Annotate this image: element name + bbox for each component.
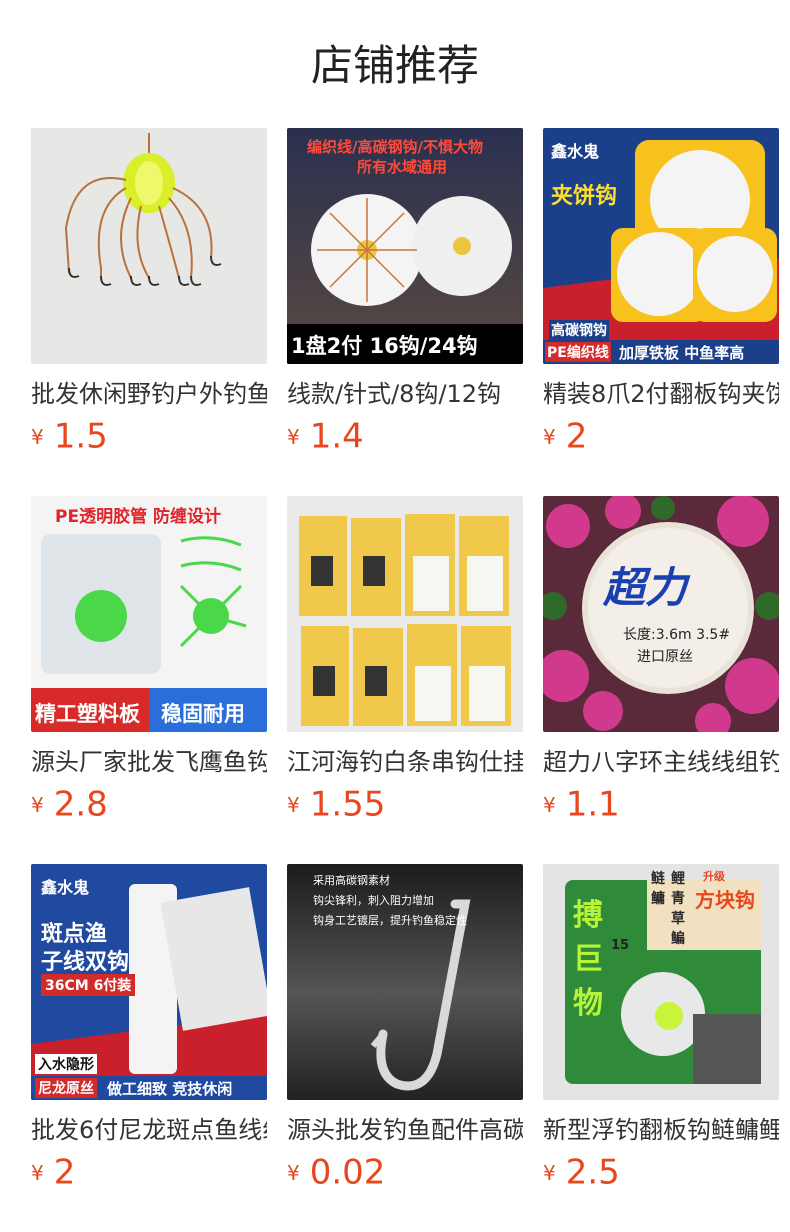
image-text: 采用高碳钢素材: [313, 874, 390, 887]
image-text: 高碳钢钩: [549, 320, 609, 340]
image-text: 稳固耐用: [161, 702, 245, 726]
currency-symbol: ¥: [31, 424, 44, 449]
price-value: 2.8: [53, 784, 108, 825]
currency-symbol: ¥: [543, 424, 556, 449]
image-text: 15: [611, 938, 630, 953]
product-card[interactable]: 批发休闲野钓户外钓鱼 ¥1.5: [31, 128, 267, 496]
image-text: 钩尖锋利，刺入阻力增加: [313, 894, 434, 907]
product-card[interactable]: 采用高碳钢素材 钩尖锋利，刺入阻力增加 钩身工艺镀层，提升钓鱼稳定性 源头批发钓…: [287, 864, 523, 1232]
product-price: ¥2.5: [543, 1152, 779, 1193]
product-card[interactable]: 江河海钓白条串钩仕挂 ¥1.55: [287, 496, 523, 864]
product-grid: 批发休闲野钓户外钓鱼 ¥1.5 编织线/高碳钢钩/不惧大物 所有水域通用 1盘2…: [31, 128, 779, 1232]
product-price: ¥0.02: [287, 1152, 523, 1193]
image-text: 1盘2付 16钩/24钩: [291, 334, 478, 358]
brand-logo: 鑫水鬼: [41, 878, 90, 897]
image-text: 鲢鳙: [651, 871, 665, 907]
product-name[interactable]: 江河海钓白条串钩仕挂: [287, 746, 523, 778]
currency-symbol: ¥: [31, 792, 44, 817]
currency-symbol: ¥: [287, 1160, 300, 1185]
image-text: 长度:3.6m 3.5#: [623, 627, 731, 643]
product-card[interactable]: 鑫水鬼 夹饼钩 高碳钢钩 PE编织线 加厚铁板 中鱼率高 精装8爪2付翻板钩夹饼…: [543, 128, 779, 496]
image-text: 尼龙原丝: [35, 1078, 97, 1098]
product-name[interactable]: 批发休闲野钓户外钓鱼: [31, 378, 267, 410]
image-text: 所有水域通用: [357, 158, 448, 176]
product-card[interactable]: PE透明胶管 防缠设计 精工塑料板 稳固耐用 源头厂家批发飞鹰鱼钩 ¥2.8: [31, 496, 267, 864]
image-text: 方块钩: [695, 888, 755, 912]
product-name[interactable]: 源头厂家批发飞鹰鱼钩: [31, 746, 267, 778]
product-image[interactable]: 鑫水鬼 夹饼钩 高碳钢钩 PE编织线 加厚铁板 中鱼率高: [543, 128, 779, 364]
brand-logo: 鑫水鬼: [551, 142, 600, 161]
product-price: ¥2.8: [31, 784, 267, 825]
image-text: 进口原丝: [637, 649, 693, 665]
image-text: 精工塑料板: [35, 702, 140, 726]
image-text: 做工细致 竞技休闲: [107, 1080, 233, 1098]
product-price: ¥1.4: [287, 416, 523, 457]
price-value: 0.02: [309, 1152, 386, 1193]
product-name[interactable]: 批发6付尼龙斑点鱼线组: [31, 1114, 267, 1146]
image-text: PE编织线: [545, 342, 611, 362]
product-price: ¥1.55: [287, 784, 523, 825]
image-text: 36CM 6付装: [41, 974, 136, 996]
image-text: 入水隐形: [35, 1054, 97, 1074]
currency-symbol: ¥: [31, 1160, 44, 1185]
currency-symbol: ¥: [543, 1160, 556, 1185]
product-image[interactable]: 超力 长度:3.6m 3.5# 进口原丝: [543, 496, 779, 732]
image-text: 超力: [603, 563, 688, 612]
currency-symbol: ¥: [287, 792, 300, 817]
image-text: 夹饼钩: [551, 184, 618, 209]
product-image[interactable]: 搏巨物 鲢鳙 鲤青草鳊 升级 方块钩 15: [543, 864, 779, 1100]
price-value: 1.4: [309, 416, 364, 457]
product-price: ¥1.5: [31, 416, 267, 457]
currency-symbol: ¥: [287, 424, 300, 449]
product-price: ¥2: [543, 416, 779, 457]
page-title: 店铺推荐: [310, 41, 479, 90]
price-value: 1.55: [309, 784, 386, 825]
product-name[interactable]: 源头批发钓鱼配件高碳钢: [287, 1114, 523, 1146]
product-image[interactable]: [287, 496, 523, 732]
image-text: 搏巨物: [573, 898, 603, 1021]
image-text: 子线双钩: [41, 950, 130, 975]
image-text: 加厚铁板 中鱼率高: [619, 344, 745, 362]
product-name[interactable]: 新型浮钓翻板钩鲢鳙鲤: [543, 1114, 779, 1146]
image-text: 编织线/高碳钢钩/不惧大物: [307, 138, 483, 156]
product-image[interactable]: PE透明胶管 防缠设计 精工塑料板 稳固耐用: [31, 496, 267, 732]
image-text: 钩身工艺镀层，提升钓鱼稳定性: [313, 914, 467, 927]
product-card[interactable]: 搏巨物 鲢鳙 鲤青草鳊 升级 方块钩 15 新型浮钓翻板钩鲢鳙鲤 ¥2.5: [543, 864, 779, 1232]
price-value: 2: [565, 416, 588, 457]
product-card[interactable]: 编织线/高碳钢钩/不惧大物 所有水域通用 1盘2付 16钩/24钩 线款/针式/…: [287, 128, 523, 496]
product-card[interactable]: 超力 长度:3.6m 3.5# 进口原丝 超力八字环主线线组钓 ¥1.1: [543, 496, 779, 864]
price-value: 2: [53, 1152, 76, 1193]
image-text: 鲤青草鳊: [671, 871, 685, 947]
product-image[interactable]: 采用高碳钢素材 钩尖锋利，刺入阻力增加 钩身工艺镀层，提升钓鱼稳定性: [287, 864, 523, 1100]
product-price: ¥1.1: [543, 784, 779, 825]
price-value: 1.1: [565, 784, 620, 825]
price-value: 1.5: [53, 416, 108, 457]
product-image[interactable]: 鑫水鬼 斑点渔 子线双钩 36CM 6付装 入水隐形 尼龙原丝 做工细致 竞技休…: [31, 864, 267, 1100]
image-text: PE透明胶管 防缠设计: [55, 507, 221, 527]
product-image[interactable]: 编织线/高碳钢钩/不惧大物 所有水域通用 1盘2付 16钩/24钩: [287, 128, 523, 364]
price-value: 2.5: [565, 1152, 620, 1193]
image-text: 升级: [703, 870, 725, 883]
product-card[interactable]: 鑫水鬼 斑点渔 子线双钩 36CM 6付装 入水隐形 尼龙原丝 做工细致 竞技休…: [31, 864, 267, 1232]
product-price: ¥2: [31, 1152, 267, 1193]
currency-symbol: ¥: [543, 792, 556, 817]
product-name[interactable]: 精装8爪2付翻板钩夹饼: [543, 378, 779, 410]
product-name[interactable]: 线款/针式/8钩/12钩: [287, 378, 523, 410]
product-name[interactable]: 超力八字环主线线组钓: [543, 746, 779, 778]
product-image[interactable]: [31, 128, 267, 364]
